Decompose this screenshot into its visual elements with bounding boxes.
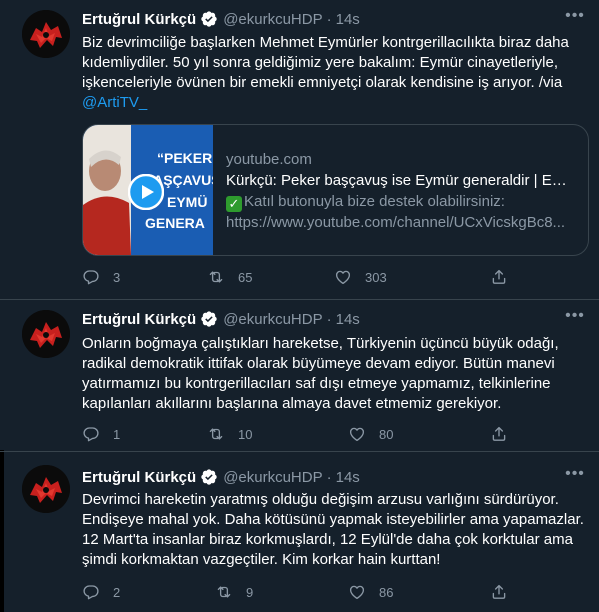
card-description-line: https://www.youtube.com/channel/UCxVicsk… xyxy=(226,214,566,231)
reply-button[interactable]: 1 xyxy=(82,424,120,444)
share-button[interactable] xyxy=(490,582,508,602)
reply-button[interactable]: 2 xyxy=(82,582,120,602)
like-icon xyxy=(348,425,366,443)
author-handle[interactable]: @ekurkcuHDP xyxy=(223,11,322,28)
link-preview-card[interactable]: “PEKER BAŞÇAVUŞ EYMÜ GENERA youtube.com … xyxy=(82,124,589,256)
video-thumbnail[interactable]: “PEKER BAŞÇAVUŞ EYMÜ GENERA xyxy=(83,125,221,255)
check-mark-icon: ✓ xyxy=(226,196,242,212)
share-icon xyxy=(490,583,508,601)
separator-dot: · xyxy=(326,468,332,486)
like-button[interactable]: 80 xyxy=(348,424,393,444)
tweet-actions: 2 9 86 xyxy=(82,582,592,602)
tweet-text-line: radikal demokratik ittifak olarak büyüme… xyxy=(82,355,555,372)
tweet-text: Onların boğmaya çalıştıkları hareketse, … xyxy=(82,334,584,414)
reply-icon xyxy=(82,425,100,443)
author-name[interactable]: Ertuğrul Kürkçü xyxy=(82,11,196,28)
card-body: youtube.com Kürkçü: Peker başçavuş ise E… xyxy=(213,125,586,255)
tweet-actions: 3 65 303 xyxy=(82,267,592,287)
retweet-button[interactable]: 10 xyxy=(207,424,252,444)
retweet-button[interactable]: 65 xyxy=(207,267,252,287)
separator-dot: · xyxy=(326,10,332,28)
verified-badge-icon xyxy=(200,10,218,28)
reply-icon xyxy=(82,268,100,286)
separator-dot: · xyxy=(326,310,332,328)
retweet-button[interactable]: 9 xyxy=(215,582,253,602)
reply-count: 1 xyxy=(113,426,121,442)
author-name[interactable]: Ertuğrul Kürkçü xyxy=(82,311,196,328)
tweet-header: Ertuğrul Kürkçü @ekurkcuHDP · 14s xyxy=(82,9,360,29)
like-icon xyxy=(334,268,352,286)
tweet-text-line: kıdemliydiler. 50 yıl sonra geldiğimiz y… xyxy=(82,54,559,71)
tweet-header: Ertuğrul Kürkçü @ekurkcuHDP · 14s xyxy=(82,309,360,329)
retweet-count: 65 xyxy=(238,269,253,285)
tweet-text-line: Biz devrimciliğe başlarken Mehmet Eymürl… xyxy=(82,34,569,51)
avatar[interactable] xyxy=(22,465,70,513)
card-description: ✓ Katıl butonuyla bize destek olabilirsin… xyxy=(226,191,574,233)
tweet-text-line: yatırmamızı bu kontrgerillacıları saf dı… xyxy=(82,375,551,392)
reply-icon xyxy=(82,583,100,601)
author-name[interactable]: Ertuğrul Kürkçü xyxy=(82,469,196,486)
like-button[interactable]: 86 xyxy=(348,582,393,602)
author-handle[interactable]: @ekurkcuHDP xyxy=(223,469,322,486)
author-handle[interactable]: @ekurkcuHDP xyxy=(223,311,322,328)
tweet-header: Ertuğrul Kürkçü @ekurkcuHDP · 14s xyxy=(82,467,360,487)
retweet-count: 10 xyxy=(238,426,253,442)
tweet-text-line: işkenceleriyle övünen bir emekli emniyet… xyxy=(82,74,563,91)
like-count: 80 xyxy=(379,426,394,442)
retweet-count: 9 xyxy=(246,584,254,600)
share-icon xyxy=(490,268,508,286)
retweet-icon xyxy=(215,583,233,601)
more-options-icon[interactable]: ••• xyxy=(565,308,585,329)
tweet-text-line: kapılanları akıllarını başlarına almaya … xyxy=(82,395,502,412)
verified-badge-icon xyxy=(200,468,218,486)
like-count: 86 xyxy=(379,584,394,600)
verified-badge-icon xyxy=(200,310,218,328)
tweet-2[interactable]: Ertuğrul Kürkçü @ekurkcuHDP · 14s ••• On… xyxy=(0,300,599,452)
tweet-text-line: Endişeye mahal yok. Daha kötüsünü yapmak… xyxy=(82,511,584,528)
share-icon xyxy=(490,425,508,443)
tweet-timestamp[interactable]: 14s xyxy=(336,311,360,328)
like-button[interactable]: 303 xyxy=(334,267,387,287)
mention-link[interactable]: @ArtiTV_ xyxy=(82,94,147,111)
avatar[interactable] xyxy=(22,310,70,358)
thumbnail-text: “PEKER xyxy=(157,150,212,166)
card-description-line: Katıl butonuyla bize destek olabilirsini… xyxy=(244,193,505,210)
reply-count: 3 xyxy=(113,269,121,285)
thumbnail-text: GENERA xyxy=(145,215,205,231)
tweet-text: Devrimci hareketin yaratmış olduğu değiş… xyxy=(82,490,584,570)
like-icon xyxy=(348,583,366,601)
card-domain: youtube.com xyxy=(226,151,312,168)
more-options-icon[interactable]: ••• xyxy=(565,8,585,29)
tweet-text-line: şimdi korkmaktan vazgeçtiler. Kim korkar… xyxy=(82,551,441,568)
tweet-text-line: Onların boğmaya çalıştıkları hareketse, … xyxy=(82,335,559,352)
tweet-timestamp[interactable]: 14s xyxy=(336,469,360,486)
tweet-text: Biz devrimciliğe başlarken Mehmet Eymürl… xyxy=(82,33,584,113)
tweet-3[interactable]: Ertuğrul Kürkçü @ekurkcuHDP · 14s ••• De… xyxy=(0,452,599,612)
retweet-icon xyxy=(207,425,225,443)
more-options-icon[interactable]: ••• xyxy=(565,466,585,487)
tweet-text-line: 12 Mart'ta insanlar biraz korkmuşlardı, … xyxy=(82,531,573,548)
tweet-text-line: Devrimci hareketin yaratmış olduğu değiş… xyxy=(82,491,559,508)
play-icon[interactable] xyxy=(128,174,164,210)
retweet-icon xyxy=(207,268,225,286)
tweet-actions: 1 10 80 xyxy=(82,424,592,444)
tweet-1[interactable]: Ertuğrul Kürkçü @ekurkcuHDP · 14s ••• Bi… xyxy=(0,0,599,300)
like-count: 303 xyxy=(365,269,387,285)
thumbnail-text: EYMÜ xyxy=(167,194,207,210)
share-button[interactable] xyxy=(490,424,508,444)
card-title: Kürkçü: Peker başçavuş ise Eymür general… xyxy=(226,172,574,189)
reply-button[interactable]: 3 xyxy=(82,267,120,287)
share-button[interactable] xyxy=(490,267,508,287)
reply-count: 2 xyxy=(113,584,121,600)
tweet-timestamp[interactable]: 14s xyxy=(336,11,360,28)
avatar[interactable] xyxy=(22,10,70,58)
